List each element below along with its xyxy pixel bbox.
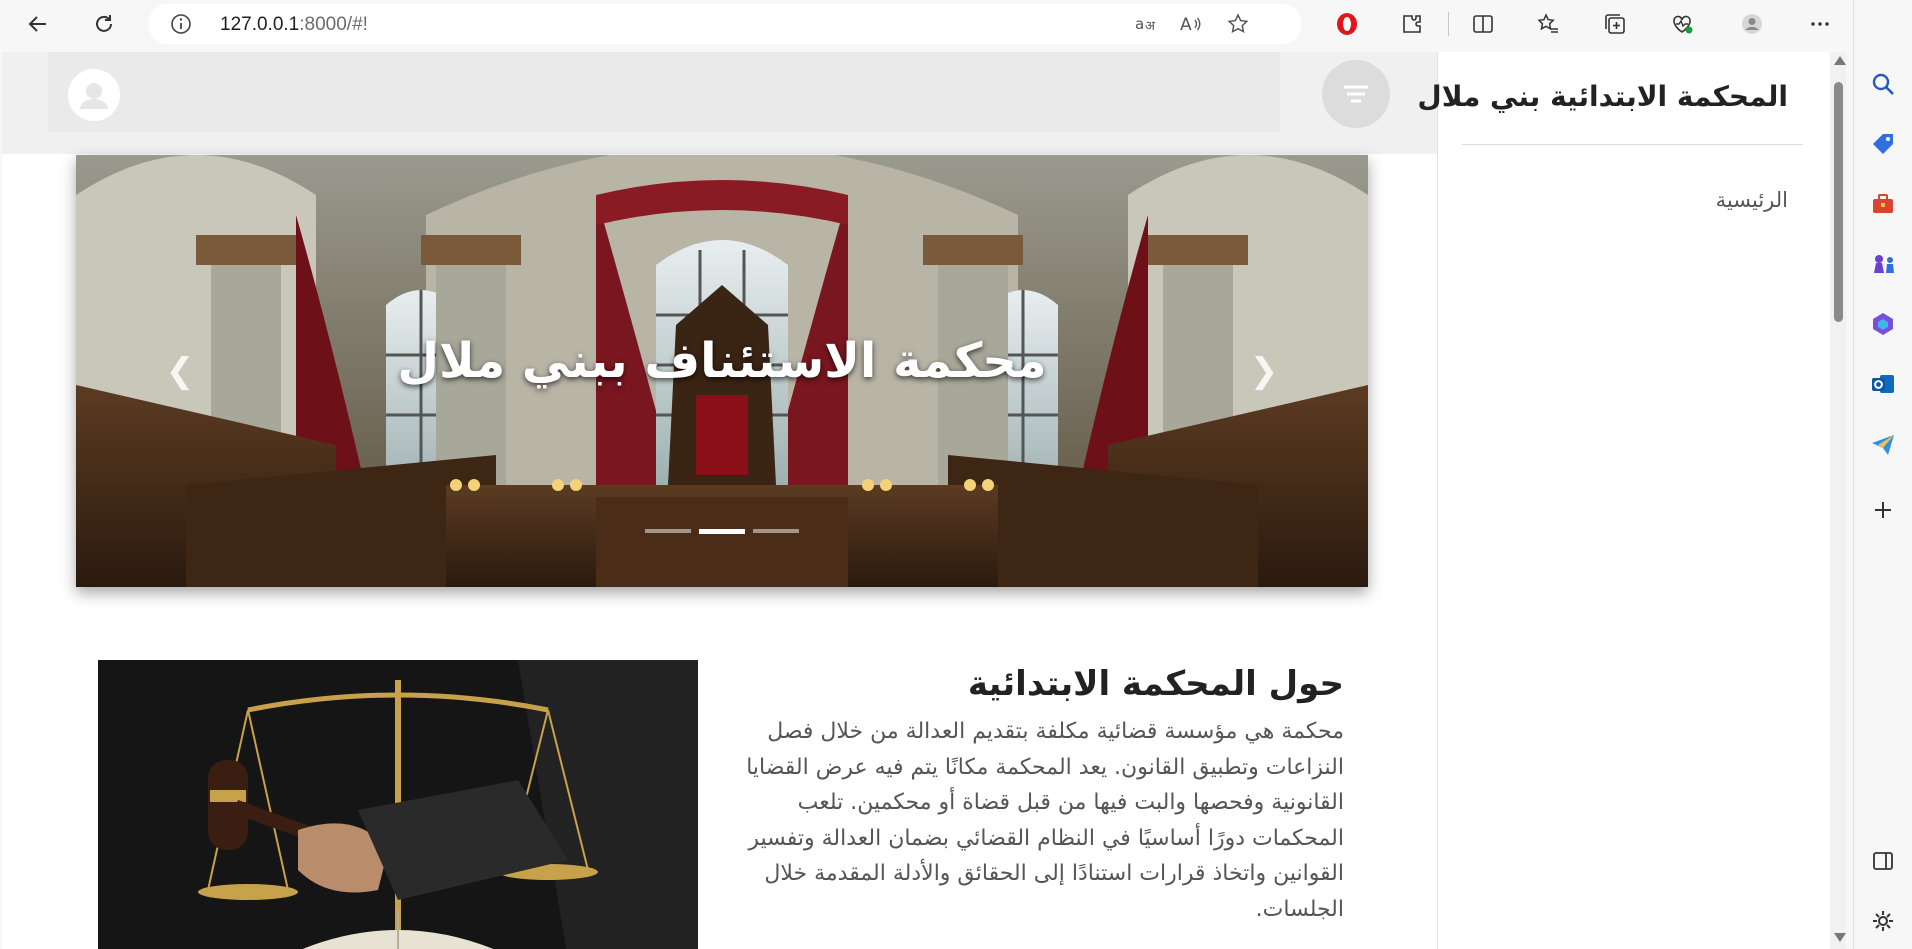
carousel-next-button[interactable]: ❯ bbox=[1244, 351, 1284, 391]
scrollbar-thumb[interactable] bbox=[1834, 82, 1843, 322]
games-chess-icon[interactable] bbox=[1868, 249, 1898, 279]
more-options-icon[interactable] bbox=[1806, 10, 1834, 38]
shopping-tag-icon[interactable] bbox=[1868, 129, 1898, 159]
url-text[interactable]: 127.0.0.1:8000/#! bbox=[220, 14, 368, 36]
about-paragraph: محكمة هي مؤسسة قضائية مكلفة بتقديم العدا… bbox=[746, 719, 1344, 922]
page-viewport: محكمة الاستئناف ببني ملال ❮ ❯ حول المحكم… bbox=[2, 52, 1438, 949]
svg-text:a: a bbox=[1135, 15, 1144, 33]
reload-button[interactable] bbox=[86, 6, 122, 42]
hero-caption: محكمة الاستئناف ببني ملال bbox=[397, 333, 1047, 389]
microsoft365-icon[interactable] bbox=[1868, 309, 1898, 339]
carousel-indicator[interactable] bbox=[645, 529, 691, 533]
about-title: حول المحكمة الابتدائية bbox=[967, 664, 1344, 704]
carousel-indicator-active[interactable] bbox=[699, 529, 745, 534]
menu-toggle-icon[interactable] bbox=[1322, 60, 1390, 128]
tools-briefcase-icon[interactable] bbox=[1868, 189, 1898, 219]
search-icon[interactable] bbox=[1868, 69, 1898, 99]
browser-toolbar: 127.0.0.1:8000/#! aअ A bbox=[0, 0, 1912, 48]
profile-icon[interactable] bbox=[1738, 10, 1766, 38]
header-bar bbox=[48, 52, 1280, 132]
carousel-indicators bbox=[645, 529, 799, 534]
justice-scales-image bbox=[98, 660, 698, 949]
svg-text:अ: अ bbox=[1145, 19, 1156, 34]
site-header bbox=[2, 52, 1438, 154]
drawer-divider bbox=[1462, 144, 1803, 145]
add-icon[interactable] bbox=[1868, 495, 1898, 525]
split-screen-icon[interactable] bbox=[1469, 10, 1497, 38]
about-section: حول المحكمة الابتدائية محكمة هي مؤسسة قض… bbox=[742, 658, 1344, 927]
user-avatar-icon[interactable] bbox=[68, 69, 120, 121]
back-arrow-icon bbox=[28, 16, 46, 32]
favorite-star-icon[interactable] bbox=[1226, 12, 1250, 36]
translate-icon[interactable]: aअ bbox=[1134, 12, 1158, 36]
send-telegram-icon[interactable] bbox=[1868, 429, 1898, 459]
address-bar[interactable]: 127.0.0.1:8000/#! aअ A bbox=[148, 4, 1302, 44]
reload-icon bbox=[96, 15, 112, 32]
scroll-up-arrow[interactable] bbox=[1834, 56, 1846, 65]
carousel-indicator[interactable] bbox=[753, 529, 799, 533]
svg-text:A: A bbox=[1180, 15, 1192, 35]
back-button[interactable] bbox=[20, 6, 56, 42]
side-drawer: المحكمة الابتدائية بني ملال الرئيسية bbox=[1417, 52, 1833, 949]
drawer-title: المحكمة الابتدائية بني ملال bbox=[1417, 80, 1788, 113]
opera-extension-icon[interactable] bbox=[1333, 10, 1361, 38]
site-info-icon[interactable] bbox=[170, 13, 192, 35]
outlook-icon[interactable] bbox=[1868, 369, 1898, 399]
hide-sidebar-icon[interactable] bbox=[1868, 846, 1898, 876]
collections-icon[interactable] bbox=[1601, 10, 1629, 38]
favorites-icon[interactable] bbox=[1534, 10, 1562, 38]
hero-carousel[interactable]: محكمة الاستئناف ببني ملال ❮ ❯ bbox=[76, 155, 1368, 587]
scroll-down-arrow[interactable] bbox=[1834, 933, 1846, 942]
drawer-link-home[interactable]: الرئيسية bbox=[1716, 188, 1788, 212]
read-aloud-icon[interactable]: A bbox=[1178, 12, 1202, 36]
extensions-icon[interactable] bbox=[1398, 10, 1426, 38]
settings-gear-icon[interactable] bbox=[1868, 906, 1898, 936]
browser-essentials-icon[interactable] bbox=[1668, 10, 1696, 38]
carousel-prev-button[interactable]: ❮ bbox=[160, 351, 200, 391]
